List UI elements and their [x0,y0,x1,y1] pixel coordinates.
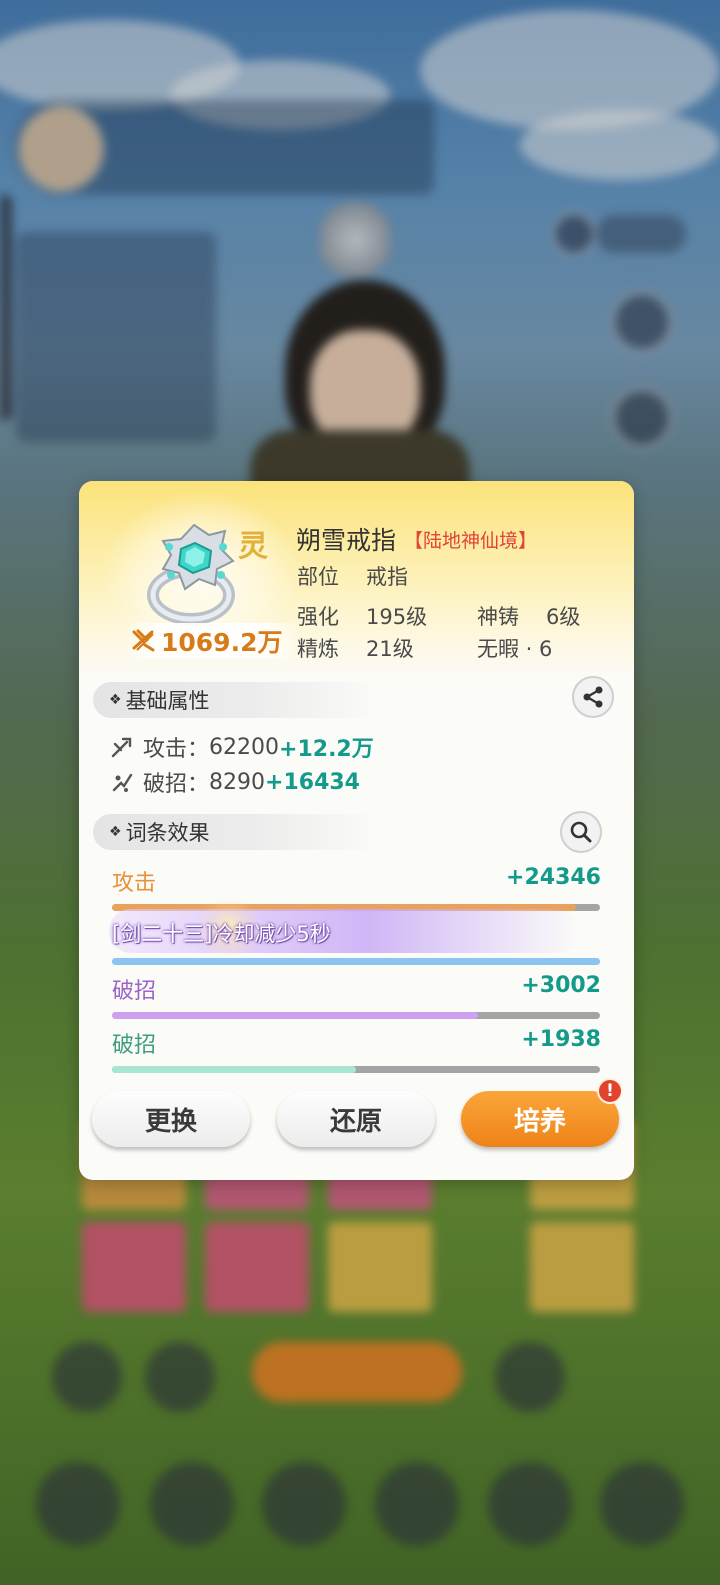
break-label: 破招： [143,772,210,797]
spirit-grade-badge: 灵 [238,529,268,564]
affix-progress-fill [112,1066,356,1073]
break-value: 8290 [209,769,266,795]
affix-label: 破招 [112,979,157,1004]
affix-value: +1938 [521,1027,601,1052]
affix-value: +24346 [506,865,601,890]
affix-header: ❖ 词条效果 [93,814,383,850]
base-attrs-header: ❖ 基础属性 [93,682,383,718]
power-icon [132,629,155,652]
diamond-icon: ❖ [109,824,122,840]
affix-progress-fill [112,958,600,965]
affix-progress-bar [112,1012,600,1019]
item-power: 1069.2万 [123,623,301,659]
affix-label: 破招 [112,1033,157,1058]
ring-item-icon[interactable] [139,517,249,627]
refine-label: 精炼 [297,637,339,661]
base-attr-attack: 攻击： 62200 +12.2万 [111,731,374,763]
restore-button[interactable]: 还原 [277,1091,435,1147]
diamond-icon: ❖ [109,692,122,708]
alert-badge-icon: ! [597,1078,623,1104]
attack-bonus: +12.2万 [279,737,374,762]
break-icon [112,773,133,792]
slot-label: 部位 [297,565,339,589]
item-rank: 【陆地神仙境】 [404,530,538,552]
cultivate-button[interactable]: 培养 [461,1091,619,1147]
power-value: 1069.2万 [161,628,283,657]
affix-progress-bar [112,958,600,965]
flawless-value: 无暇 · 6 [477,637,553,661]
forge-label: 神铸 [477,605,519,629]
forge-value: 6级 [546,605,581,629]
equipment-detail-popup: 灵 1069.2万 朔雪戒指 【陆地神仙境】 部位 戒指 强化 195级 神铸 … [79,481,634,1180]
attack-value: 62200 [209,734,280,760]
refine-value: 21级 [366,637,414,661]
enhance-label: 强化 [297,605,339,629]
item-name: 朔雪戒指 [296,526,397,555]
base-attrs-title: 基础属性 [125,689,210,713]
slot-value: 戒指 [366,565,408,589]
enhance-value: 195级 [366,605,428,629]
replace-button[interactable]: 更换 [92,1091,250,1147]
affix-label: 攻击 [112,871,157,896]
base-attr-break: 破招： 8290 +16434 [111,766,360,798]
attack-label: 攻击： [143,737,210,762]
special-affix-label: [剑二十三]冷却减少5秒 [112,922,331,946]
break-bonus: +16434 [265,769,360,795]
attack-icon [111,737,132,758]
share-button[interactable] [572,676,614,718]
affix-progress-bar [112,1066,600,1073]
affix-title: 词条效果 [125,821,210,845]
affix-progress-fill [112,1012,478,1019]
affix-detail-button[interactable] [560,811,602,853]
share-icon [583,686,603,708]
affix-value: +3002 [521,973,601,998]
magnifier-icon [570,821,592,843]
